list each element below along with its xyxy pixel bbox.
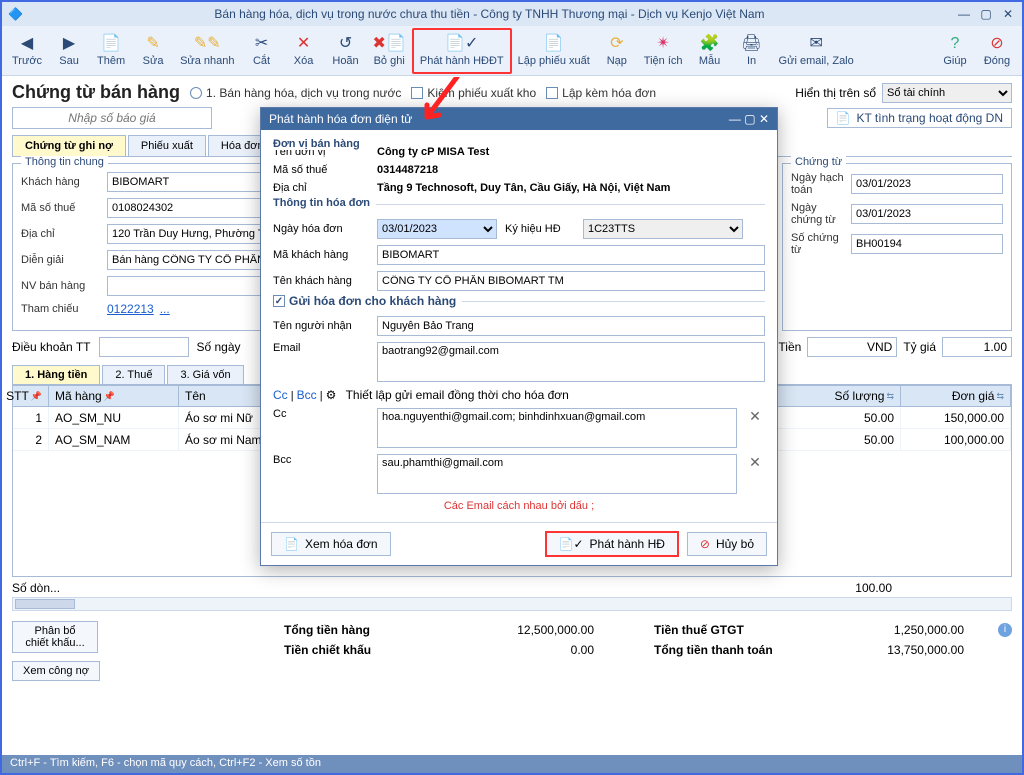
- print-button[interactable]: 🖨In: [731, 28, 773, 74]
- seller-name: Công ty cP MISA Test: [377, 146, 489, 158]
- quick-edit-button[interactable]: ✎✎Sửa nhanh: [174, 28, 240, 74]
- dialog-title: Phát hành hóa đơn điện tử: [269, 112, 412, 126]
- create-delivery-button[interactable]: 📄Lập phiếu xuất: [512, 28, 596, 74]
- reload-button[interactable]: ⟳Nạp: [596, 28, 638, 74]
- bcc-clear-icon[interactable]: ✕: [745, 454, 765, 471]
- add-button[interactable]: 📄Thêm: [90, 28, 132, 74]
- cut-button[interactable]: ✂Cắt: [241, 28, 283, 74]
- info-icon[interactable]: i: [998, 623, 1012, 637]
- recipient-name-input[interactable]: [377, 316, 765, 336]
- check-business-status-button[interactable]: 📄KT tình trạng hoạt động DN: [827, 108, 1013, 128]
- bcc-toggle-link[interactable]: Bcc: [297, 388, 317, 402]
- reference-more-link[interactable]: ...: [160, 302, 170, 316]
- help-button[interactable]: ?Giúp: [934, 28, 976, 74]
- doc-icon: 📄: [836, 111, 851, 125]
- qty-sum: 100.00: [792, 581, 902, 595]
- issue-einvoice-button[interactable]: 📄✓Phát hành HĐĐT: [412, 28, 512, 74]
- tab-debit-note[interactable]: Chứng từ ghi nợ: [12, 135, 126, 156]
- template-button[interactable]: 🧩Mẫu: [689, 28, 731, 74]
- dialog-maximize-icon[interactable]: ▢: [744, 112, 755, 126]
- recipient-email-input[interactable]: [377, 342, 765, 382]
- delete-button[interactable]: ✕Xóa: [283, 28, 325, 74]
- nav-next-button[interactable]: ▶Sau: [48, 28, 90, 74]
- main-toolbar: ◀Trước ▶Sau 📄Thêm ✎Sửa ✎✎Sửa nhanh ✂Cắt …: [2, 26, 1022, 76]
- currency-input[interactable]: [807, 337, 897, 357]
- window-titlebar: 🔷 Bán hàng hóa, dịch vụ trong nước chưa …: [2, 2, 1022, 26]
- currency-label: Tiền: [778, 340, 801, 354]
- voucher-date-input[interactable]: [851, 204, 1003, 224]
- sale-type-radio[interactable]: 1. Bán hàng hóa, dịch vụ trong nước: [190, 86, 401, 100]
- email-separator-hint: Các Email cách nhau bởi dấu ;: [273, 500, 765, 512]
- nav-prev-button[interactable]: ◀Trước: [6, 28, 48, 74]
- gear-icon[interactable]: ⚙: [326, 388, 337, 402]
- posting-date-input[interactable]: [851, 174, 1003, 194]
- utility-button[interactable]: ✴Tiện ích: [638, 28, 689, 74]
- unrecord-button[interactable]: ✖📄Bỏ ghi: [367, 28, 412, 74]
- exchange-rate-input[interactable]: [942, 337, 1012, 357]
- horizontal-scrollbar[interactable]: [12, 597, 1012, 611]
- row-count-label: Số dòn...: [12, 581, 82, 595]
- with-invoice-check[interactable]: Lập kèm hóa đơn: [546, 86, 656, 100]
- issue-einvoice-dialog: Phát hành hóa đơn điện tử — ▢ ✕ Đơn vị b…: [260, 107, 778, 566]
- seller-address: Tầng 9 Technosoft, Duy Tân, Cầu Giấy, Hà…: [377, 182, 670, 194]
- invoice-series-select[interactable]: 1C23TTS: [583, 219, 743, 239]
- payment-term-label: Điều khoản TT: [12, 340, 91, 354]
- display-ledger-select[interactable]: Sổ tài chính: [882, 83, 1012, 103]
- maximize-icon[interactable]: ▢: [978, 7, 994, 21]
- tab-items[interactable]: 1. Hàng tiền: [12, 365, 100, 384]
- close-icon[interactable]: ✕: [1000, 7, 1016, 21]
- preview-icon: 📄: [284, 537, 299, 551]
- issue-invoice-button[interactable]: 📄✓Phát hành HĐ: [545, 531, 679, 557]
- payment-term-input[interactable]: [99, 337, 189, 357]
- with-delivery-check[interactable]: Kiêm phiếu xuất kho: [411, 86, 536, 100]
- seller-taxcode: 0314487218: [377, 164, 438, 176]
- app-icon: 🔷: [8, 7, 23, 21]
- cc-clear-icon[interactable]: ✕: [745, 408, 765, 425]
- edit-button[interactable]: ✎Sửa: [132, 28, 174, 74]
- invoice-date-select[interactable]: 03/01/2023: [377, 219, 497, 239]
- voucher-panel: Chứng từ Ngày hạch toán Ngày chứng từ Số…: [782, 163, 1012, 331]
- bcc-input[interactable]: [377, 454, 737, 494]
- close-button[interactable]: ⊘Đóng: [976, 28, 1018, 74]
- inv-customer-code-input[interactable]: [377, 245, 765, 265]
- inv-customer-name-input[interactable]: [377, 271, 765, 291]
- display-ledger-label: Hiển thị trên sổ: [795, 86, 876, 100]
- tab-tax[interactable]: 2. Thuế: [102, 365, 165, 384]
- quote-search-input[interactable]: [12, 107, 212, 129]
- cc-input[interactable]: [377, 408, 737, 448]
- cancel-icon: ⊘: [700, 537, 710, 551]
- cc-toggle-link[interactable]: Cc: [273, 388, 288, 402]
- preview-invoice-button[interactable]: 📄Xem hóa đơn: [271, 532, 391, 556]
- rate-label: Tỷ giá: [903, 340, 936, 354]
- issue-icon: 📄✓: [559, 537, 584, 551]
- status-bar: Ctrl+F - Tìm kiếm, F6 - chọn mã quy cách…: [2, 755, 1022, 773]
- send-email-button[interactable]: ✉Gửi email, Zalo: [773, 28, 860, 74]
- dialog-minimize-icon[interactable]: —: [729, 112, 741, 126]
- days-label: Số ngày: [197, 340, 241, 354]
- minimize-icon[interactable]: —: [956, 7, 972, 21]
- postpone-button[interactable]: ↺Hoãn: [325, 28, 367, 74]
- reference-link[interactable]: 0122213: [107, 302, 154, 316]
- voucher-no-input[interactable]: [851, 234, 1003, 254]
- dialog-close-icon[interactable]: ✕: [759, 112, 769, 126]
- view-debt-button[interactable]: Xem công nợ: [12, 661, 100, 681]
- page-title: Chứng từ bán hàng: [12, 82, 180, 103]
- cancel-button[interactable]: ⊘Hủy bỏ: [687, 532, 767, 556]
- allocate-discount-button[interactable]: Phân bổ chiết khấu...: [12, 621, 98, 653]
- tab-delivery[interactable]: Phiếu xuất: [128, 135, 206, 156]
- tab-cogs[interactable]: 3. Giá vốn: [167, 365, 243, 384]
- send-invoice-check[interactable]: ✓Gửi hóa đơn cho khách hàng: [273, 294, 462, 308]
- window-title: Bán hàng hóa, dịch vụ trong nước chưa th…: [214, 7, 764, 21]
